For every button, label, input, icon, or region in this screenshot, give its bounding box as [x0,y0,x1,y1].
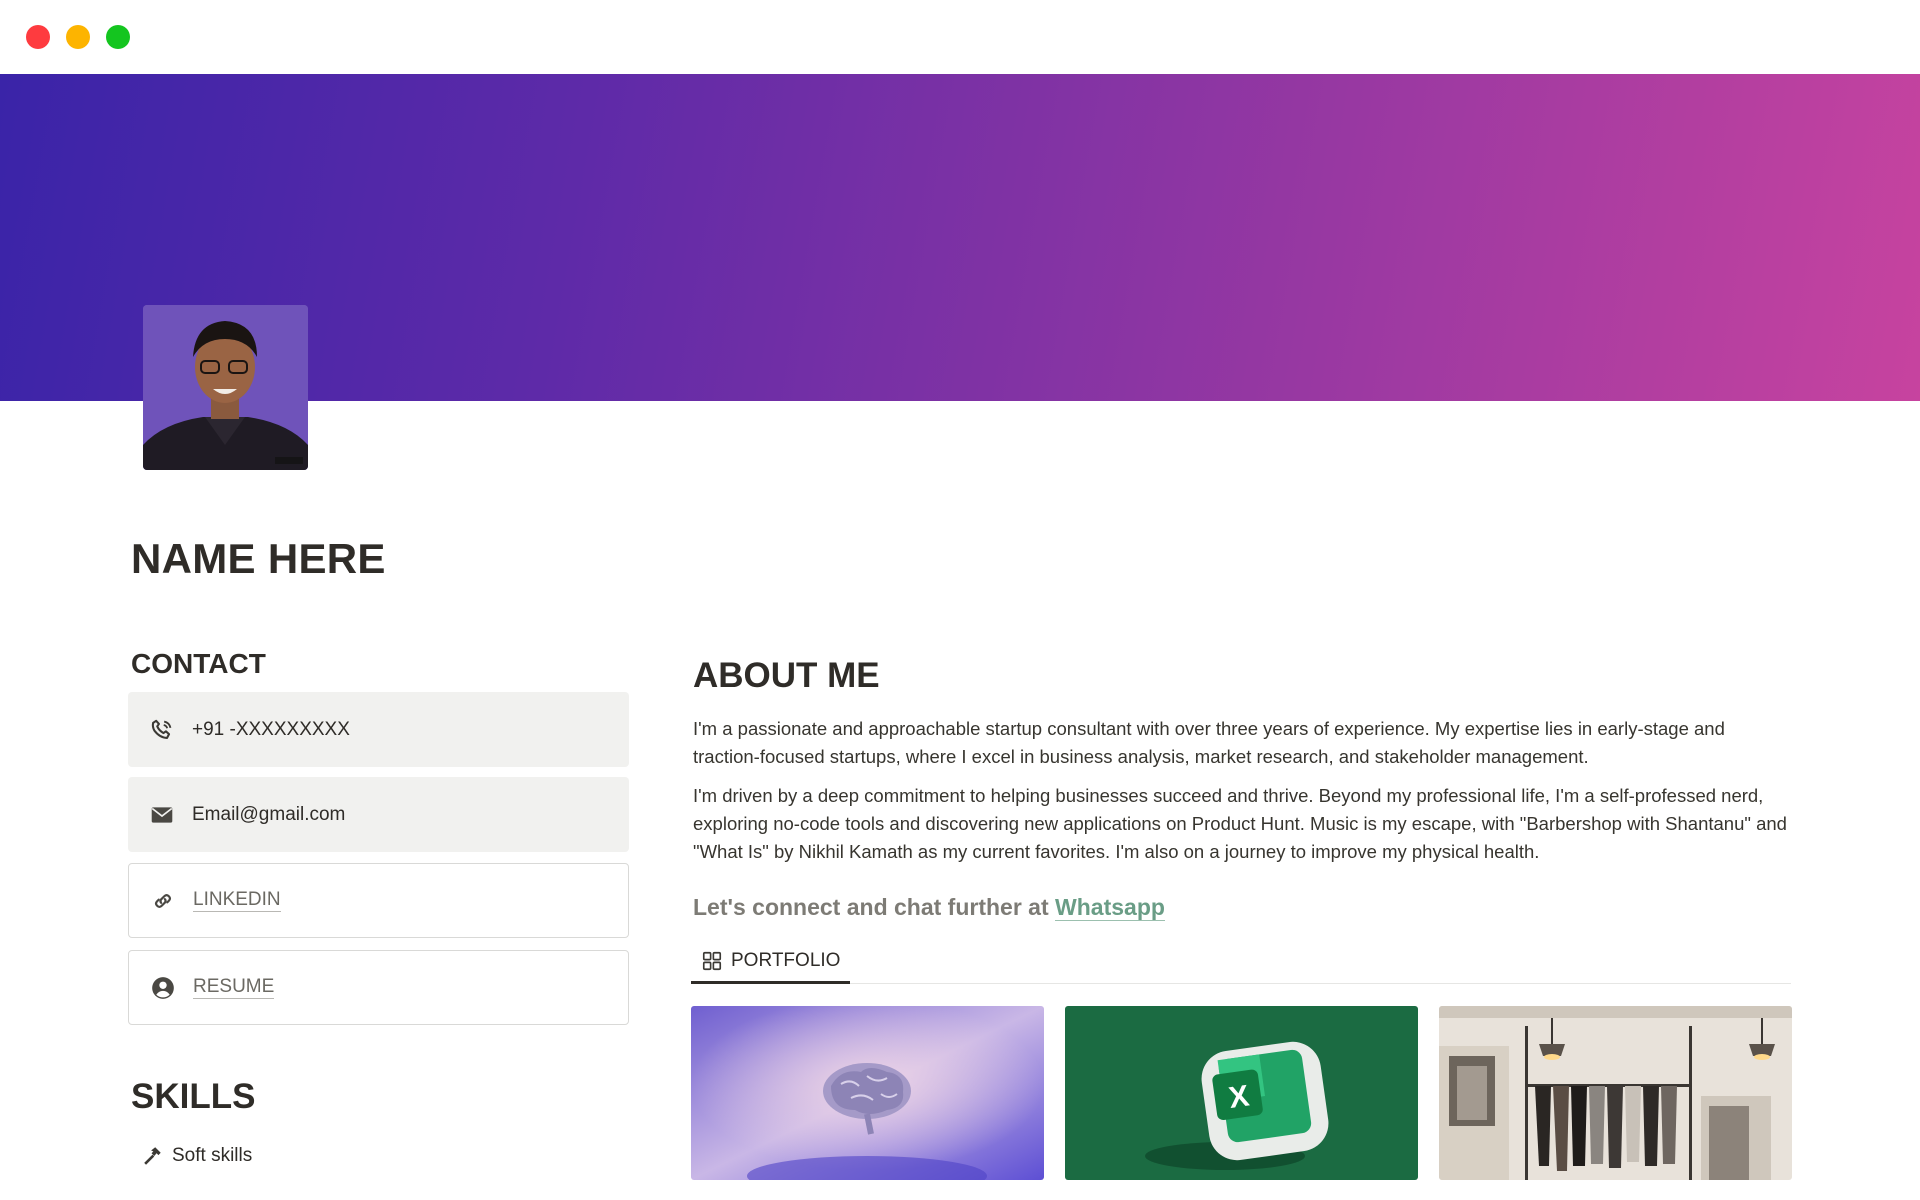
user-circle-icon [149,974,177,1002]
linkedin-callout[interactable]: LINKEDIN [128,863,629,938]
about-paragraph-1: I'm a passionate and approachable startu… [693,718,1725,767]
resume-callout[interactable]: RESUME [128,950,629,1025]
skill-label: Soft skills [172,1145,253,1166]
maximize-window-button[interactable] [106,25,130,49]
whatsapp-link[interactable]: Whatsapp [1055,894,1165,921]
skill-item-soft-skills[interactable]: Soft skills [141,1145,252,1167]
link-icon [149,887,177,915]
contact-heading: CONTACT [131,648,266,679]
tab-portfolio-label: PORTFOLIO [731,949,841,971]
minimize-window-button[interactable] [66,25,90,49]
tab-portfolio[interactable]: PORTFOLIO [691,940,851,984]
portfolio-card-excel[interactable]: X [1065,1006,1418,1180]
linkedin-link[interactable]: LINKEDIN [193,889,281,912]
window-titlebar [0,0,1920,74]
page-title: NAME HERE [131,535,386,582]
profile-photo[interactable] [143,305,308,470]
email-address: Email@gmail.com [192,803,346,825]
hammer-icon [141,1145,163,1167]
portfolio-view-tabs: PORTFOLIO [691,940,1791,984]
excel-logo-image: X [1065,1006,1418,1180]
portfolio-card-brain[interactable] [691,1006,1044,1180]
brain-image [691,1006,1044,1180]
skills-heading: SKILLS [131,1077,256,1116]
about-paragraph-2: I'm driven by a deep commitment to helpi… [693,785,1787,862]
phone-number: +91 -XXXXXXXXX [192,718,350,740]
connect-text: Let's connect and chat further at [693,894,1049,920]
close-window-button[interactable] [26,25,50,49]
mail-icon [148,801,176,829]
email-callout[interactable]: Email@gmail.com [128,777,629,852]
phone-icon [148,716,176,744]
clothing-store-image [1439,1006,1792,1180]
phone-callout[interactable]: +91 -XXXXXXXXX [128,692,629,767]
connect-line: Let's connect and chat further at Whatsa… [693,894,1165,921]
about-heading: ABOUT ME [693,656,880,695]
portfolio-card-store[interactable] [1439,1006,1792,1180]
resume-link[interactable]: RESUME [193,976,275,999]
gallery-grid-icon [701,950,723,972]
